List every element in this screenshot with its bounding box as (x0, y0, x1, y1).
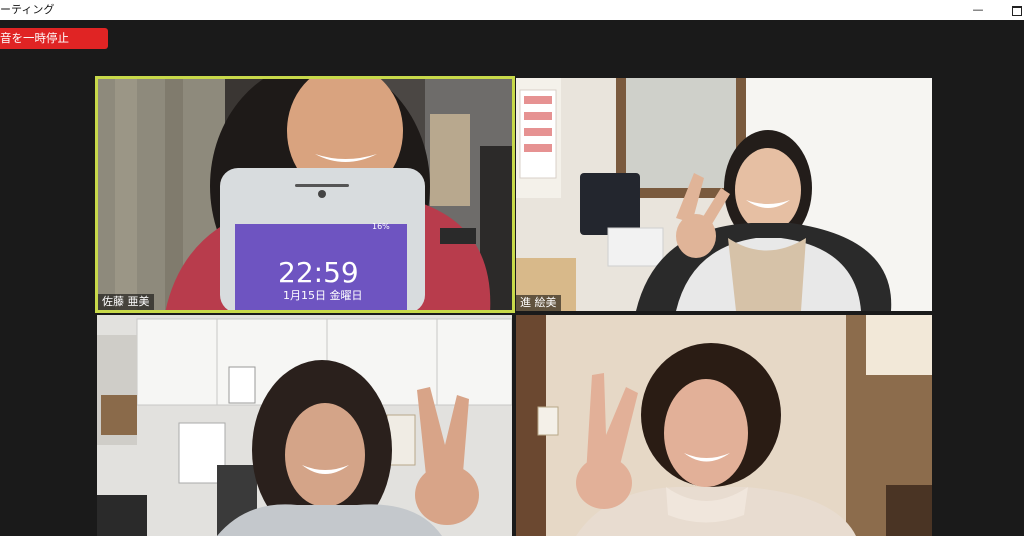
pause-recording-button[interactable]: 音を一時停止 (0, 28, 108, 49)
video-feed (97, 315, 512, 536)
video-tile-participant-4[interactable] (516, 315, 932, 536)
window-title: ーティング (0, 3, 55, 16)
participant-name-label: 進 絵美 (516, 295, 561, 311)
video-feed (516, 315, 932, 536)
maximize-icon (1012, 6, 1022, 16)
participant-name-label: 佐藤 亜美 (98, 294, 154, 310)
title-bar: ーティング — (0, 0, 1024, 20)
video-tile-participant-2[interactable]: 進 絵美 (516, 78, 932, 311)
video-feed (516, 78, 932, 311)
maximize-button[interactable] (1006, 2, 1024, 18)
phone-clock-date: 1月15日 金曜日 (283, 289, 363, 302)
phone-clock-time: 22:59 (278, 256, 359, 289)
minimize-button[interactable]: — (968, 2, 988, 18)
video-tile-participant-3[interactable] (97, 315, 512, 536)
phone-battery: 16% (372, 222, 390, 231)
video-tile-participant-1[interactable]: 22:59 1月15日 金曜日 16% 佐藤 亜美 (95, 76, 515, 313)
